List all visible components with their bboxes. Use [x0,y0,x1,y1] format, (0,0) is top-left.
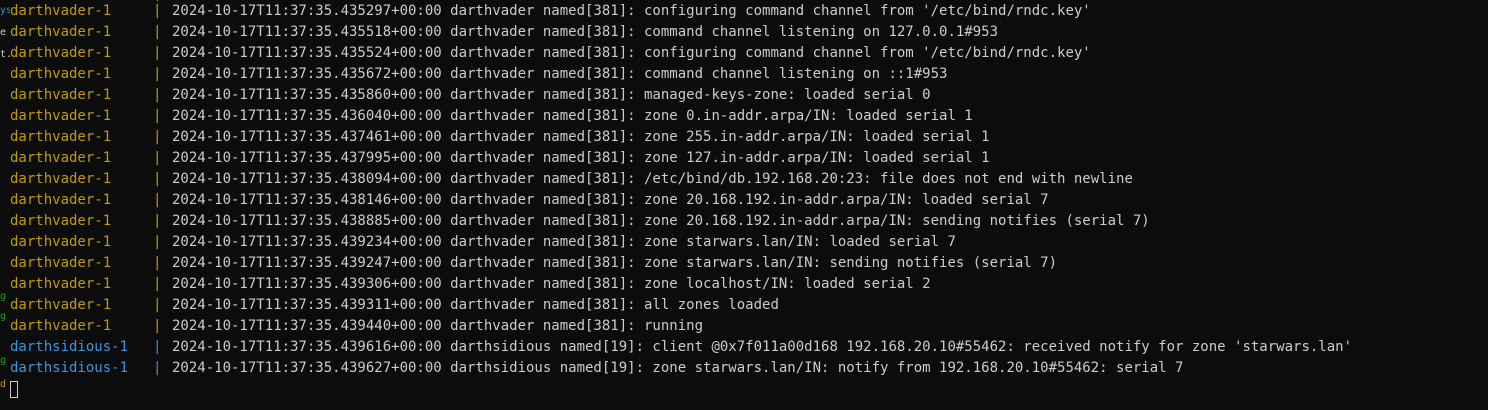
log-message: 2024-10-17T11:37:35.435860+00:00 darthva… [172,87,931,103]
service-name: darthvader-1 [10,213,112,229]
log-message: 2024-10-17T11:37:35.439306+00:00 darthva… [172,276,931,292]
service-name: darthvader-1 [10,192,112,208]
log-line: darthvader-1 | 2024-10-17T11:37:35.435524+… [10,43,1488,64]
column-separator: | [153,360,162,376]
column-separator: | [153,276,162,292]
column-separator: | [153,108,162,124]
log-message: 2024-10-17T11:37:35.439627+00:00 darthsi… [172,360,1184,376]
margin-glyph: d [0,379,7,390]
margin-glyph: g [0,311,7,322]
log-message: 2024-10-17T11:37:35.439234+00:00 darthva… [172,234,956,250]
log-output: darthvader-1 | 2024-10-17T11:37:35.435297+… [10,0,1488,400]
column-separator: | [153,66,162,82]
text-cursor [10,381,18,398]
column-separator: | [153,234,162,250]
log-line: darthvader-1 | 2024-10-17T11:37:35.439306+… [10,274,1488,295]
column-separator: | [153,297,162,313]
column-separator: | [153,213,162,229]
log-message: 2024-10-17T11:37:35.439247+00:00 darthva… [172,255,1058,271]
log-message: 2024-10-17T11:37:35.435672+00:00 darthva… [172,66,948,82]
margin-glyph: g [0,291,7,302]
log-line: darthvader-1 | 2024-10-17T11:37:35.435672+… [10,64,1488,85]
column-separator: | [153,318,162,334]
log-message: 2024-10-17T11:37:35.439311+00:00 darthva… [172,297,779,313]
log-line: darthvader-1 | 2024-10-17T11:37:35.438146+… [10,190,1488,211]
column-separator: | [153,24,162,40]
margin-glyph: ys [0,5,10,16]
column-separator: | [153,87,162,103]
service-name: darthvader-1 [10,150,112,166]
scrolled-line-residue [10,0,1488,1]
log-message: 2024-10-17T11:37:35.439440+00:00 darthva… [172,318,704,334]
column-separator: | [153,339,162,355]
log-message: 2024-10-17T11:37:35.438885+00:00 darthva… [172,213,1150,229]
log-message: 2024-10-17T11:37:35.435518+00:00 darthva… [172,24,999,40]
service-name: darthvader-1 [10,297,112,313]
log-line: darthvader-1 | 2024-10-17T11:37:35.439440+… [10,316,1488,337]
margin-glyph: e [0,27,7,38]
log-line: darthvader-1 | 2024-10-17T11:37:35.435297+… [10,1,1488,22]
column-separator: | [153,3,162,19]
column-separator: | [153,171,162,187]
margin-glyph: t. [0,49,10,60]
log-line: darthvader-1 | 2024-10-17T11:37:35.439311+… [10,295,1488,316]
left-margin-residue: ys e t. g g g d [0,0,10,410]
service-name: darthvader-1 [10,3,112,19]
log-message: 2024-10-17T11:37:35.437995+00:00 darthva… [172,150,990,166]
service-name: darthvader-1 [10,234,112,250]
log-message: 2024-10-17T11:37:35.439616+00:00 darthsi… [172,339,1353,355]
log-line: darthvader-1 | 2024-10-17T11:37:35.436040+… [10,106,1488,127]
service-name: darthvader-1 [10,24,112,40]
log-message: 2024-10-17T11:37:35.438094+00:00 darthva… [172,171,1133,187]
log-message: 2024-10-17T11:37:35.437461+00:00 darthva… [172,129,990,145]
log-message: 2024-10-17T11:37:35.435297+00:00 darthva… [172,3,1091,19]
column-separator: | [153,129,162,145]
service-name: darthsidious-1 [10,360,129,376]
log-line: darthvader-1 | 2024-10-17T11:37:35.435860+… [10,85,1488,106]
log-line: darthvader-1 | 2024-10-17T11:37:35.439247+… [10,253,1488,274]
log-line: darthsidious-1 | 2024-10-17T11:37:35.43962… [10,358,1488,379]
prompt-line[interactable] [10,379,1488,400]
log-line: darthsidious-1 | 2024-10-17T11:37:35.43961… [10,337,1488,358]
service-name: darthvader-1 [10,255,112,271]
service-name: darthvader-1 [10,318,112,334]
service-name: darthvader-1 [10,87,112,103]
column-separator: | [153,45,162,61]
log-line: darthvader-1 | 2024-10-17T11:37:35.438885+… [10,211,1488,232]
service-name: darthvader-1 [10,45,112,61]
service-name: darthvader-1 [10,171,112,187]
log-message: 2024-10-17T11:37:35.438146+00:00 darthva… [172,192,1049,208]
log-line: darthvader-1 | 2024-10-17T11:37:35.439234+… [10,232,1488,253]
service-name: darthvader-1 [10,108,112,124]
service-name: darthvader-1 [10,129,112,145]
service-name: darthvader-1 [10,276,112,292]
log-line: darthvader-1 | 2024-10-17T11:37:35.438094+… [10,169,1488,190]
log-line: darthvader-1 | 2024-10-17T11:37:35.437995+… [10,148,1488,169]
log-line: darthvader-1 | 2024-10-17T11:37:35.437461+… [10,127,1488,148]
column-separator: | [153,255,162,271]
log-line: darthvader-1 | 2024-10-17T11:37:35.435518+… [10,22,1488,43]
column-separator: | [153,150,162,166]
service-name: darthvader-1 [10,66,112,82]
log-message: 2024-10-17T11:37:35.436040+00:00 darthva… [172,108,973,124]
margin-glyph: g [0,355,7,366]
service-name: darthsidious-1 [10,339,129,355]
log-message: 2024-10-17T11:37:35.435524+00:00 darthva… [172,45,1091,61]
terminal-window[interactable]: ys e t. g g g d darthvader-1 | 2024-10-17T… [0,0,1488,410]
column-separator: | [153,192,162,208]
